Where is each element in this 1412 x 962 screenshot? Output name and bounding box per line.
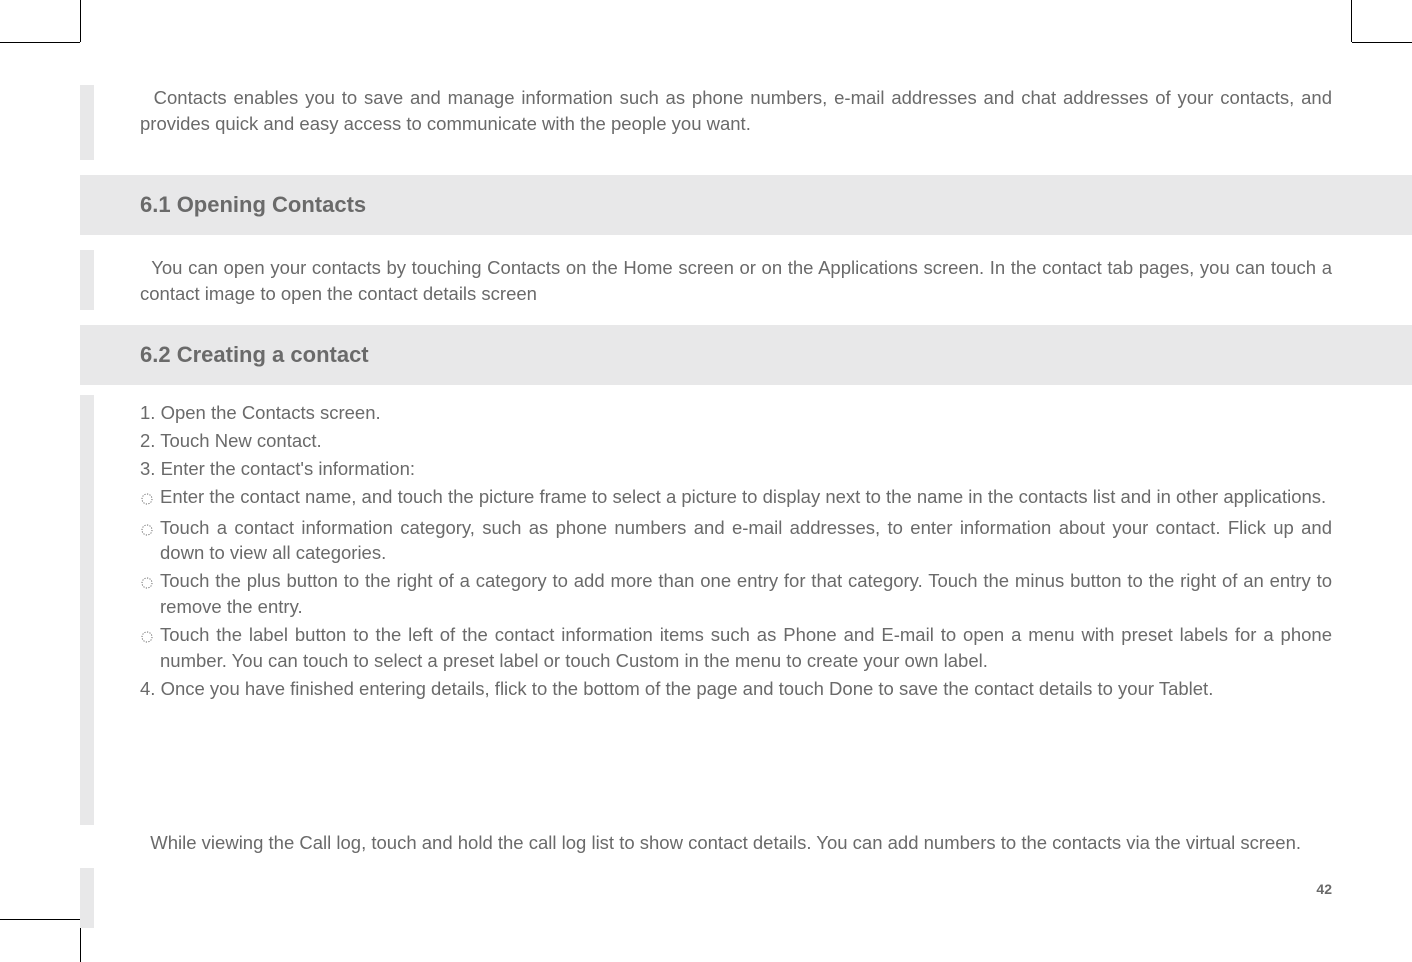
crop-mark [1351, 0, 1352, 42]
bullet-item: Touch the label button to the left of th… [140, 622, 1332, 674]
page-number: 42 [1316, 881, 1332, 897]
bullet-item: Touch the plus button to the right of a … [140, 568, 1332, 620]
bullet-item: Touch a contact information category, su… [140, 515, 1332, 567]
dotted-circle-icon [140, 571, 154, 597]
section-6-1-text: You can open your contacts by touching C… [140, 257, 1332, 304]
bullet-text: Touch a contact information category, su… [160, 515, 1332, 567]
crop-mark [0, 42, 80, 43]
dotted-circle-icon [140, 487, 154, 513]
crop-mark [80, 0, 81, 42]
step-3: 3. Enter the contact's information: [140, 456, 1332, 482]
dotted-circle-icon [140, 625, 154, 651]
intro-text: Contacts enables you to save and manage … [140, 87, 1332, 134]
dotted-circle-icon [140, 518, 154, 544]
section-6-1-body: You can open your contacts by touching C… [140, 255, 1332, 307]
step-2: 2. Touch New contact. [140, 428, 1332, 454]
bullet-item: Enter the contact name, and touch the pi… [140, 484, 1332, 513]
side-accent-bar [80, 868, 94, 928]
side-accent-bar [80, 250, 94, 310]
section-6-2-body: 1. Open the Contacts screen. 2. Touch Ne… [140, 400, 1332, 704]
section-heading-6-2: 6.2 Creating a contact [140, 342, 369, 368]
bullet-text: Touch the label button to the left of th… [160, 622, 1332, 674]
section-heading-bar: 6.2 Creating a contact [80, 325, 1412, 385]
crop-mark [1352, 42, 1412, 43]
crop-mark [0, 919, 80, 920]
intro-paragraph: Contacts enables you to save and manage … [140, 85, 1332, 137]
section-heading-bar: 6.1 Opening Contacts [80, 175, 1412, 235]
step-1: 1. Open the Contacts screen. [140, 400, 1332, 426]
call-log-note: While viewing the Call log, touch and ho… [140, 830, 1332, 856]
bullet-text: Enter the contact name, and touch the pi… [160, 484, 1332, 510]
section-heading-6-1: 6.1 Opening Contacts [140, 192, 366, 218]
bullet-text: Touch the plus button to the right of a … [160, 568, 1332, 620]
call-log-note-text: While viewing the Call log, touch and ho… [150, 832, 1301, 853]
step-4: 4. Once you have finished entering detai… [140, 676, 1332, 702]
side-accent-bar [80, 395, 94, 825]
side-accent-bar [80, 85, 94, 160]
